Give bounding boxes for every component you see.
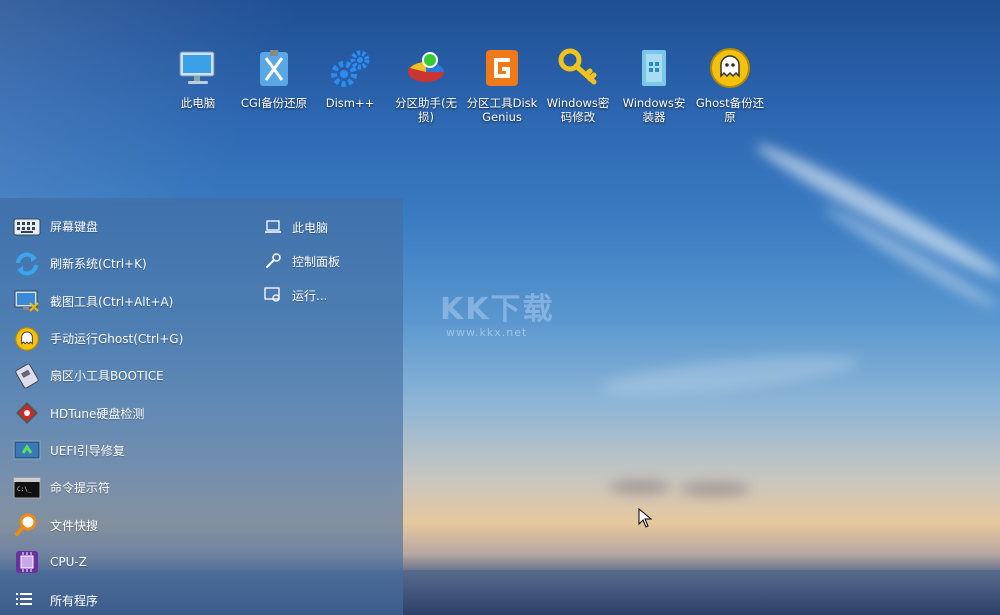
- cloud-streak: [599, 346, 861, 403]
- gears-icon: [326, 44, 374, 92]
- menu-item-label: 命令提示符: [50, 479, 110, 496]
- menu-item-label: 截图工具(Ctrl+Alt+A): [50, 293, 173, 310]
- desktop-icons: 此电脑 CGI备份还原 Dism++ 分区助手(无损) 分区工具DiskGeni…: [160, 44, 768, 124]
- desktop-icon-partition-assistant[interactable]: 分区助手(无损): [388, 44, 464, 124]
- list-icon: [16, 592, 38, 609]
- wrench-icon: [262, 248, 284, 274]
- keyboard-icon: [12, 214, 42, 240]
- file-search-icon: [12, 512, 42, 538]
- menu-item-label: CPU-Z: [50, 555, 87, 569]
- bootice-icon: [12, 363, 42, 389]
- menu-item-run-ghost[interactable]: 手动运行Ghost(Ctrl+G): [0, 320, 240, 357]
- cgi-backup-icon: [250, 44, 298, 92]
- start-menu-right-list: 此电脑 控制面板 运行...: [262, 210, 402, 312]
- menu-item-label: 扇区小工具BOOTICE: [50, 367, 164, 384]
- computer-icon: [174, 44, 222, 92]
- partition-assistant-icon: [402, 44, 450, 92]
- menu-item-label: 控制面板: [292, 253, 340, 270]
- screenshot-icon: [12, 288, 42, 314]
- menu-item-file-search[interactable]: 文件快搜: [0, 506, 240, 543]
- key-icon: [554, 44, 602, 92]
- watermark: KK下载 www.kkx.net: [440, 284, 555, 339]
- refresh-icon: [12, 251, 42, 277]
- menu-item-label: UEFI引导修复: [50, 442, 125, 459]
- hdtune-icon: [12, 400, 42, 426]
- menu-item-label: 手动运行Ghost(Ctrl+G): [50, 330, 183, 347]
- start-menu-left-list: 屏幕键盘 刷新系统(Ctrl+K) 截图工具(Ctrl+Alt+A) 手动运行G…: [0, 208, 240, 581]
- all-programs-label: 所有程序: [50, 592, 98, 609]
- start-menu: 屏幕键盘 刷新系统(Ctrl+K) 截图工具(Ctrl+Alt+A) 手动运行G…: [0, 198, 403, 615]
- all-programs-button[interactable]: 所有程序: [0, 585, 240, 615]
- cloud-streak: [751, 136, 1000, 287]
- menu-item-run[interactable]: 运行...: [262, 278, 402, 312]
- menu-item-cpu-z[interactable]: CPU-Z: [0, 544, 240, 581]
- svg-text:C:\_: C:\_: [17, 486, 32, 493]
- menu-item-label: HDTune硬盘检测: [50, 405, 144, 422]
- ghost-icon: [12, 326, 42, 352]
- desktop-icon-ghost[interactable]: Ghost备份还原: [692, 44, 768, 124]
- diskgenius-icon: [478, 44, 526, 92]
- menu-item-label: 运行...: [292, 287, 327, 304]
- cloud-streak: [610, 480, 670, 494]
- windows-installer-icon: [630, 44, 678, 92]
- ghost-icon: [706, 44, 754, 92]
- menu-item-label: 此电脑: [292, 219, 328, 236]
- desktop-icon-windows-installer[interactable]: Windows安装器: [616, 44, 692, 124]
- menu-item-screenshot-tool[interactable]: 截图工具(Ctrl+Alt+A): [0, 283, 240, 320]
- menu-item-label: 文件快搜: [50, 517, 98, 534]
- desktop-icon-cgi-backup[interactable]: CGI备份还原: [236, 44, 312, 124]
- uefi-repair-icon: [12, 437, 42, 463]
- cpu-icon: [12, 549, 42, 575]
- menu-item-uefi-repair[interactable]: UEFI引导修复: [0, 432, 240, 469]
- menu-item-label: 刷新系统(Ctrl+K): [50, 255, 147, 272]
- menu-item-label: 屏幕键盘: [50, 218, 98, 235]
- menu-item-command-prompt[interactable]: C:\_ 命令提示符: [0, 469, 240, 506]
- desktop-icon-this-pc[interactable]: 此电脑: [160, 44, 236, 124]
- watermark-logo: KK下载: [440, 284, 555, 328]
- desktop-icon-diskgenius[interactable]: 分区工具DiskGenius: [464, 44, 540, 124]
- menu-item-refresh-system[interactable]: 刷新系统(Ctrl+K): [0, 245, 240, 282]
- mouse-cursor-icon: [638, 508, 652, 532]
- run-icon: [262, 282, 284, 308]
- menu-item-screen-keyboard[interactable]: 屏幕键盘: [0, 208, 240, 245]
- menu-item-bootice[interactable]: 扇区小工具BOOTICE: [0, 357, 240, 394]
- menu-item-this-pc[interactable]: 此电脑: [262, 210, 402, 244]
- menu-item-control-panel[interactable]: 控制面板: [262, 244, 402, 278]
- terminal-icon: C:\_: [12, 475, 42, 501]
- cloud-streak: [680, 482, 750, 496]
- desktop-icon-windows-password[interactable]: Windows密码修改: [540, 44, 616, 124]
- menu-item-hdtune[interactable]: HDTune硬盘检测: [0, 394, 240, 431]
- laptop-icon: [262, 214, 284, 240]
- desktop-icon-dism[interactable]: Dism++: [312, 44, 388, 124]
